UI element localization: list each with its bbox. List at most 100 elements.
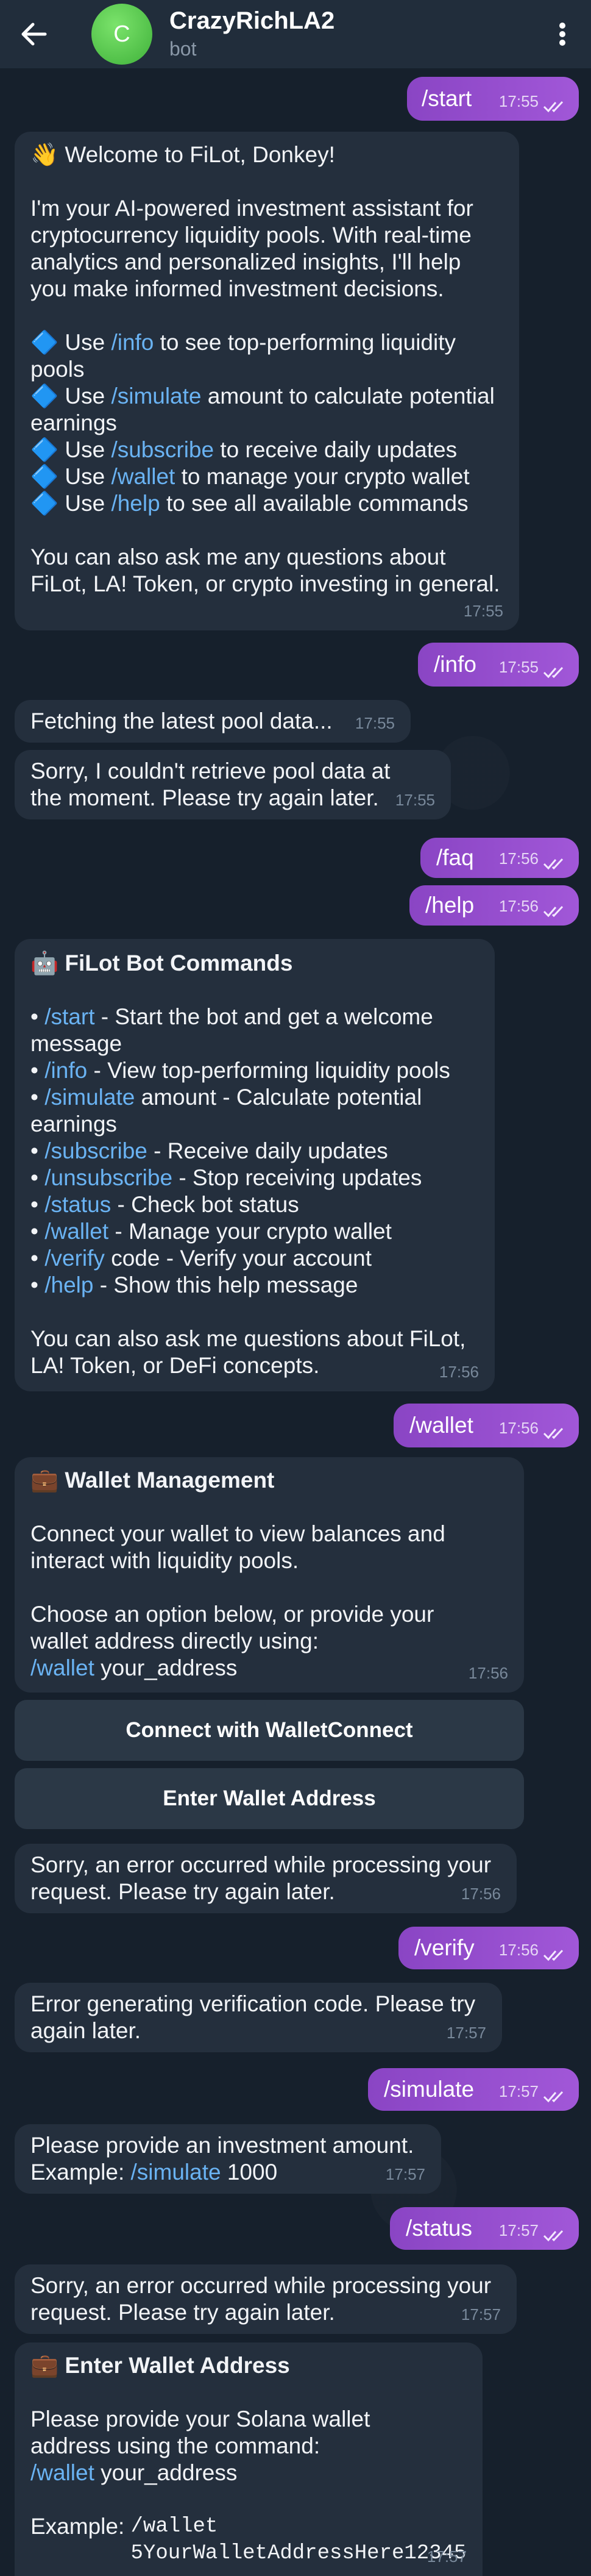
command-link-wallet[interactable]: /wallet: [111, 464, 175, 489]
item-text: to receive daily updates: [214, 437, 458, 462]
command-link-help[interactable]: /help: [44, 1272, 93, 1297]
connect-walletconnect-button[interactable]: Connect with WalletConnect: [15, 1700, 524, 1761]
enter-wallet-heading: 💼 Enter Wallet Address: [30, 2353, 290, 2378]
welcome-item-info: 🔷 Use /info to see top-performing liquid…: [30, 329, 503, 383]
incoming-message[interactable]: 💼 Enter Wallet Address Please provide yo…: [15, 2342, 483, 2576]
enter-wallet-address-button[interactable]: Enter Wallet Address: [15, 1768, 524, 1829]
command-link-start[interactable]: /start: [44, 1004, 94, 1029]
message-time: 17:56: [498, 849, 539, 868]
outgoing-message[interactable]: /help 17:56: [409, 885, 579, 926]
command-item-info: • /info - View top-performing liquidity …: [30, 1057, 479, 1084]
incoming-message[interactable]: Error generating verification code. Plea…: [15, 1983, 502, 2052]
outgoing-message[interactable]: /wallet 17:56: [394, 1404, 579, 1447]
message-text: /status: [406, 2216, 472, 2241]
outgoing-message[interactable]: /verify 17:56: [398, 1927, 579, 1969]
command-description: - Check bot status: [111, 1192, 299, 1217]
incoming-message[interactable]: 🤖 FiLot Bot Commands • /start - Start th…: [15, 939, 495, 1391]
message-text: Sorry, an error occurred while processin…: [30, 2273, 498, 2325]
wallet-command-line: /wallet your_address: [30, 1655, 508, 1682]
welcome-outro: You can also ask me any questions about …: [30, 544, 500, 596]
message-text: /simulate: [384, 2077, 475, 2102]
double-check-icon: [543, 101, 564, 113]
double-check-icon: [543, 666, 564, 679]
command-link-verify[interactable]: /verify: [44, 1246, 105, 1271]
command-link-help[interactable]: /help: [111, 491, 160, 516]
outgoing-message[interactable]: /simulate 17:57: [368, 2068, 579, 2111]
incoming-message[interactable]: Please provide an investment amount. Exa…: [15, 2124, 441, 2194]
command-link-info[interactable]: /info: [111, 330, 154, 355]
outgoing-message[interactable]: /info 17:55: [418, 643, 579, 687]
message-time: 17:56: [439, 1363, 479, 1381]
back-button[interactable]: [17, 17, 54, 51]
incoming-message[interactable]: Sorry, I couldn't retrieve pool data at …: [15, 750, 451, 819]
more-vertical-icon: [559, 23, 565, 46]
command-link-unsubscribe[interactable]: /unsubscribe: [44, 1165, 172, 1190]
message-text: /wallet: [409, 1413, 473, 1438]
command-description: - Receive daily updates: [147, 1138, 388, 1163]
item-prefix: 🔷 Use: [30, 464, 111, 489]
command-item-wallet: • /wallet - Manage your crypto wallet: [30, 1218, 479, 1245]
double-check-icon: [543, 1949, 564, 1961]
chat-status: bot: [169, 38, 197, 60]
welcome-heading: 👋 Welcome to FiLot, Donkey!: [30, 142, 335, 167]
command-link-wallet[interactable]: /wallet: [30, 2460, 94, 2485]
command-link-wallet[interactable]: /wallet: [30, 1655, 94, 1680]
message-text: Please provide an investment amount.: [30, 2133, 414, 2158]
message-time: 17:55: [498, 658, 539, 676]
example-code[interactable]: /wallet 5YourWalletAddressHere12345: [131, 2513, 467, 2567]
avatar[interactable]: C: [91, 4, 152, 65]
command-link-simulate[interactable]: /simulate: [44, 1085, 135, 1110]
command-link-simulate[interactable]: /simulate: [131, 2160, 221, 2185]
outgoing-message[interactable]: /status 17:57: [390, 2207, 579, 2250]
message-text: /faq: [436, 845, 474, 870]
welcome-item-help: 🔷 Use /help to see all available command…: [30, 490, 503, 517]
item-text: to see all available commands: [160, 491, 469, 516]
bullet: •: [30, 1272, 38, 1297]
command-description: - Stop receiving updates: [172, 1165, 422, 1190]
double-check-icon: [543, 2230, 564, 2242]
incoming-message[interactable]: 💼 Wallet Management Connect your wallet …: [15, 1457, 524, 1693]
command-link-info[interactable]: /info: [44, 1058, 87, 1083]
wallet-command-line: /wallet your_address: [30, 2460, 467, 2486]
item-prefix: 🔷 Use: [30, 384, 111, 409]
message-time: 17:56: [468, 1664, 508, 1682]
command-link-wallet[interactable]: /wallet: [44, 1219, 108, 1244]
command-description: code - Verify your account: [104, 1246, 372, 1271]
command-argument: your_address: [94, 1655, 238, 1680]
back-arrow-icon: [21, 23, 47, 46]
message-text: Sorry, I couldn't retrieve pool data at …: [30, 758, 397, 810]
bullet: •: [30, 1246, 38, 1271]
incoming-message[interactable]: Sorry, an error occurred while processin…: [15, 1844, 517, 1913]
item-prefix: 🔷 Use: [30, 491, 111, 516]
message-text: Sorry, an error occurred while processin…: [30, 1852, 498, 1904]
incoming-message[interactable]: Fetching the latest pool data... 17:55: [15, 700, 411, 743]
welcome-item-wallet: 🔷 Use /wallet to manage your crypto wall…: [30, 463, 503, 490]
incoming-message[interactable]: 👋 Welcome to FiLot, Donkey! I'm your AI-…: [15, 132, 519, 630]
message-text: Error generating verification code. Plea…: [30, 1991, 482, 2043]
message-time: 17:55: [498, 92, 539, 110]
bullet: •: [30, 1192, 38, 1217]
command-item-verify: • /verify code - Verify your account: [30, 1245, 479, 1272]
command-link-subscribe[interactable]: /subscribe: [44, 1138, 147, 1163]
message-text: Fetching the latest pool data...: [30, 708, 333, 733]
chat-title[interactable]: CrazyRichLA2: [169, 7, 334, 35]
example-label: Example:: [30, 2160, 131, 2185]
outgoing-message[interactable]: /faq 17:56: [420, 838, 579, 878]
example-label: Example:: [30, 2514, 131, 2539]
command-argument: your_address: [94, 2460, 238, 2485]
command-link-status[interactable]: /status: [44, 1192, 111, 1217]
message-time: 17:55: [463, 602, 503, 620]
command-link-subscribe[interactable]: /subscribe: [111, 437, 214, 462]
bullet: •: [30, 1138, 38, 1163]
command-item-start: • /start - Start the bot and get a welco…: [30, 1004, 479, 1057]
incoming-message[interactable]: Sorry, an error occurred while processin…: [15, 2264, 517, 2334]
command-link-simulate[interactable]: /simulate: [111, 384, 201, 409]
wallet-paragraph-2: Choose an option below, or provide your …: [30, 1602, 441, 1654]
command-description: - View top-performing liquidity pools: [87, 1058, 450, 1083]
item-text: to manage your crypto wallet: [175, 464, 470, 489]
message-time: 17:57: [498, 2082, 539, 2100]
double-check-icon: [543, 2091, 564, 2103]
double-check-icon: [543, 905, 564, 918]
outgoing-message[interactable]: /start 17:55: [407, 77, 579, 121]
more-menu-button[interactable]: [553, 17, 572, 51]
